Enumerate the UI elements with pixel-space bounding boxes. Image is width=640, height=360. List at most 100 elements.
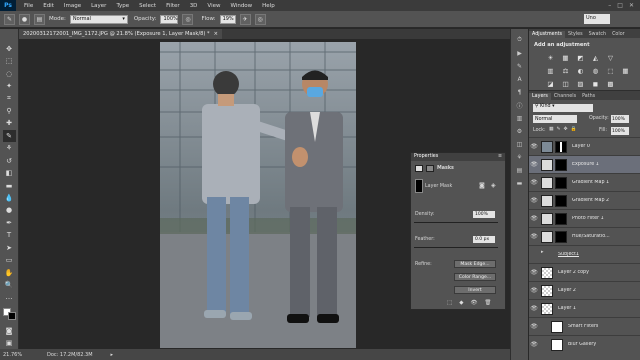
airbrush-icon[interactable]: ✈ <box>239 13 251 25</box>
opacity-input[interactable]: 100% <box>160 14 179 24</box>
pressure-opacity-icon[interactable]: ◎ <box>182 13 194 25</box>
fill-input[interactable]: 100% <box>611 127 629 135</box>
lasso-tool-icon[interactable]: ◌ <box>3 68 16 79</box>
layer-mask-thumbnail[interactable] <box>555 140 567 153</box>
layer-thumbnail[interactable] <box>541 302 553 315</box>
layer-row[interactable]: 👁 Blur Gallery <box>529 335 640 353</box>
tool-presets-icon[interactable]: ⚙ <box>514 126 525 136</box>
actions-panel-icon[interactable]: ▶ <box>514 48 525 58</box>
layer-name[interactable]: Subject1 <box>558 252 579 257</box>
layer-name[interactable]: Layer 2 <box>558 288 576 293</box>
screen-mode-icon[interactable]: ▣ <box>3 338 16 349</box>
black-white-icon[interactable]: ◐ <box>574 65 587 77</box>
navigator-panel-icon[interactable]: ◫ <box>514 139 525 149</box>
layer-name[interactable]: Smart Filters <box>568 324 598 329</box>
timeline-panel-icon[interactable]: ▬ <box>514 178 525 188</box>
visibility-eye-icon[interactable]: 👁 <box>529 269 539 276</box>
panel-menu-icon[interactable]: ≡ <box>498 154 502 160</box>
vibrance-icon[interactable]: ▽ <box>604 52 617 64</box>
layer-name[interactable]: Exposure 1 <box>572 162 599 167</box>
character-panel-icon[interactable]: A <box>514 74 525 84</box>
layer-row[interactable]: 👁 Photo Filter 1 <box>529 209 640 227</box>
dodge-tool-icon[interactable]: ● <box>3 205 16 216</box>
visibility-eye-icon[interactable]: 👁 <box>529 179 539 186</box>
layer-mask-thumbnail[interactable] <box>555 212 567 225</box>
minimize-button[interactable]: – <box>608 2 611 9</box>
layer-row[interactable]: ▸ Subject1 <box>529 245 640 263</box>
layer-row[interactable]: 👁 Smart Filters <box>529 317 640 335</box>
properties-panel-icon[interactable]: ▤ <box>514 165 525 175</box>
photo-canvas[interactable] <box>160 42 356 348</box>
paragraph-panel-icon[interactable]: ¶ <box>514 87 525 97</box>
quick-select-tool-icon[interactable]: ✦ <box>3 80 16 91</box>
visibility-eye-icon[interactable]: 👁 <box>529 161 539 168</box>
layer-name[interactable]: Layer 2 copy <box>558 270 589 275</box>
close-window-button[interactable]: ✕ <box>629 2 634 9</box>
delete-mask-icon[interactable]: 🗑 <box>484 300 491 306</box>
menu-3d[interactable]: 3D <box>185 3 203 9</box>
load-selection-icon[interactable]: ⬚ <box>447 300 452 306</box>
zoom-tool-icon[interactable]: 🔍 <box>3 279 16 290</box>
eyedropper-tool-icon[interactable]: ⚲ <box>3 105 16 116</box>
blend-mode-select[interactable]: Normal <box>533 115 577 123</box>
visibility-eye-icon[interactable]: 👁 <box>529 197 539 204</box>
properties-tab[interactable]: Properties <box>414 154 438 160</box>
menu-file[interactable]: File <box>19 3 38 9</box>
menu-window[interactable]: Window <box>225 3 257 9</box>
tab-adjustments[interactable]: Adjustments <box>529 31 566 38</box>
gradient-tool-icon[interactable]: ▬ <box>3 180 16 191</box>
tab-paths[interactable]: Paths <box>579 93 598 100</box>
menu-select[interactable]: Select <box>134 3 161 9</box>
layer-row[interactable]: 👁 Layer 2 copy <box>529 263 640 281</box>
visibility-eye-icon[interactable]: 👁 <box>529 323 539 330</box>
visibility-eye-icon[interactable]: 👁 <box>529 233 539 240</box>
layer-name[interactable]: Gradient Map 2 <box>572 198 609 203</box>
lock-icons[interactable]: ▦✎✥🔒 <box>549 127 580 132</box>
threshold-icon[interactable]: ▨ <box>574 78 587 90</box>
quick-mask-icon[interactable]: ◙ <box>3 325 16 336</box>
layer-mask-thumbnail[interactable] <box>555 158 567 171</box>
pen-tool-icon[interactable]: ✒ <box>3 217 16 228</box>
menu-edit[interactable]: Edit <box>38 3 59 9</box>
levels-icon[interactable]: ▦ <box>559 52 572 64</box>
brush-size-picker-icon[interactable]: ● <box>19 13 30 25</box>
toggle-mask-icon[interactable]: 👁 <box>470 300 477 306</box>
layer-row[interactable]: 👁 Gradient Map 1 <box>529 173 640 191</box>
shape-tool-icon[interactable]: ▭ <box>3 254 16 265</box>
history-panel-icon[interactable]: ⏱ <box>514 35 525 45</box>
brush-panel-toggle-icon[interactable]: ▤ <box>34 13 45 25</box>
healing-tool-icon[interactable]: ✚ <box>3 118 16 129</box>
layer-row[interactable]: 👁 Hue/Saturatio... <box>529 227 640 245</box>
layer-filter-select[interactable]: ⚲ Kind ▾ <box>533 104 593 112</box>
layer-name[interactable]: Layer 0 <box>572 144 590 149</box>
adjustment-layer-icon[interactable] <box>541 230 553 243</box>
maximize-button[interactable]: □ <box>617 2 623 9</box>
clone-stamp-tool-icon[interactable]: ⚘ <box>3 143 16 154</box>
color-balance-icon[interactable]: ⚖ <box>559 65 572 77</box>
color-lookup-icon[interactable]: ▦ <box>619 65 632 77</box>
photo-filter-icon[interactable]: ◍ <box>589 65 602 77</box>
layer-row[interactable]: 👁 Exposure 1 <box>529 155 640 173</box>
vector-mask-icon[interactable] <box>426 165 434 172</box>
layer-mask-thumbnail[interactable] <box>555 194 567 207</box>
layer-name[interactable]: Blur Gallery <box>568 342 596 347</box>
status-arrow-icon[interactable]: ▸ <box>111 352 114 358</box>
color-swatches[interactable] <box>2 308 16 321</box>
layer-row[interactable]: 👁 Gradient Map 2 <box>529 191 640 209</box>
menu-image[interactable]: Image <box>59 3 86 9</box>
layer-row[interactable]: 👁 Layer 2 <box>529 281 640 299</box>
layer-thumbnail[interactable] <box>541 266 553 279</box>
tab-styles[interactable]: Styles <box>565 31 586 38</box>
background-color-swatch[interactable] <box>7 312 16 321</box>
visibility-eye-icon[interactable]: 👁 <box>529 341 539 348</box>
layer-mask-thumbnail[interactable] <box>555 176 567 189</box>
tab-swatches[interactable]: Swatch <box>586 31 609 38</box>
add-vector-mask-icon[interactable]: ◈ <box>491 182 496 189</box>
layer-name[interactable]: Layer 1 <box>558 306 576 311</box>
path-select-tool-icon[interactable]: ➤ <box>3 242 16 253</box>
layer-name[interactable]: Photo Filter 1 <box>572 216 604 221</box>
blur-tool-icon[interactable]: 💧 <box>3 192 16 203</box>
tab-channels[interactable]: Channels <box>551 93 579 100</box>
pixel-mask-icon[interactable] <box>415 165 423 172</box>
info-panel-icon[interactable]: ⓘ <box>514 100 525 110</box>
